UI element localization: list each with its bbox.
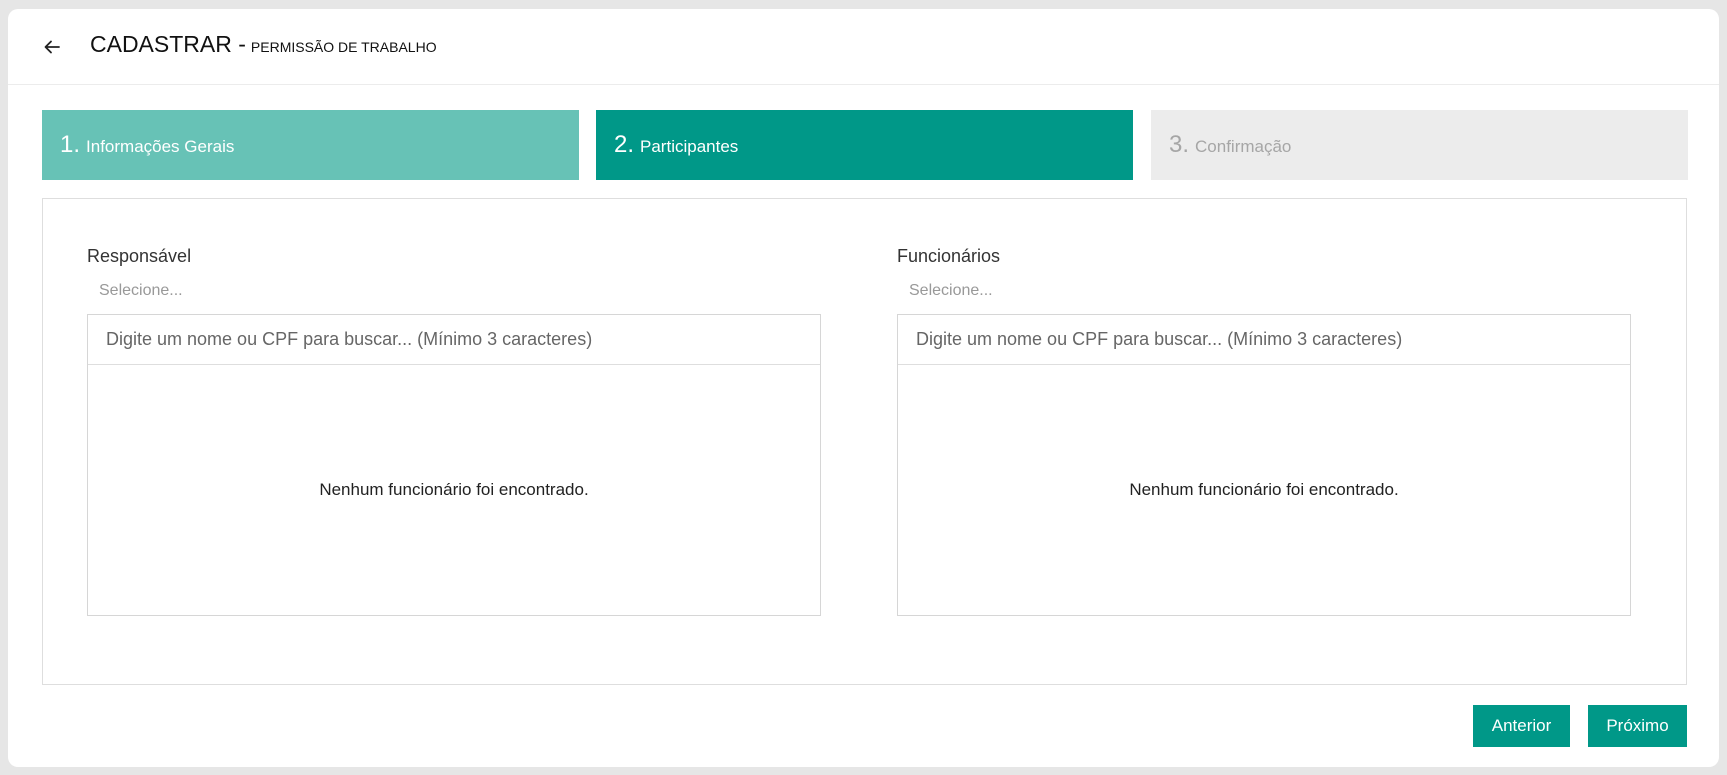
form-card: CADASTRAR - PERMISSÃO DE TRABALHO 1. Info… [8,9,1719,767]
funcionarios-search-wrapper [898,315,1630,365]
step-number: 3. [1169,131,1190,158]
step-informacoes-gerais[interactable]: 1. Informações Gerais [42,110,579,180]
responsavel-search-input[interactable] [88,315,820,364]
step-label: Participantes [640,137,739,156]
step-label: Informações Gerais [86,137,235,156]
arrow-left-icon [44,40,60,54]
funcionarios-list-box: Nenhum funcionário foi encontrado. [897,314,1631,616]
responsavel-label: Responsável [87,246,192,266]
step-number: 2. [614,131,635,158]
step-participantes[interactable]: 2. Participantes [596,110,1133,180]
funcionarios-search-input[interactable] [898,315,1630,364]
step-confirmacao[interactable]: 3. Confirmação [1151,110,1688,180]
step-number: 1. [60,131,81,158]
funcionarios-label: Funcionários [897,246,1001,266]
page-title: CADASTRAR - PERMISSÃO DE TRABALHO [90,31,437,58]
responsavel-empty-message: Nenhum funcionário foi encontrado. [319,480,589,499]
participants-panel: Responsável Selecione... Nenhum funcioná… [42,198,1687,685]
back-button[interactable] [38,33,66,61]
responsavel-list-box: Nenhum funcionário foi encontrado. [87,314,821,616]
page-header: CADASTRAR - PERMISSÃO DE TRABALHO [8,9,1719,85]
responsavel-search-wrapper [88,315,820,365]
previous-button[interactable]: Anterior [1473,705,1570,747]
page-title-subtitle: PERMISSÃO DE TRABALHO [250,39,437,55]
step-label: Confirmação [1195,137,1292,156]
next-button[interactable]: Próximo [1588,705,1687,747]
responsavel-select-hint: Selecione... [99,282,183,299]
page-title-main: CADASTRAR - [90,31,246,57]
funcionarios-select-hint: Selecione... [909,282,993,299]
funcionarios-empty-message: Nenhum funcionário foi encontrado. [1129,480,1399,499]
